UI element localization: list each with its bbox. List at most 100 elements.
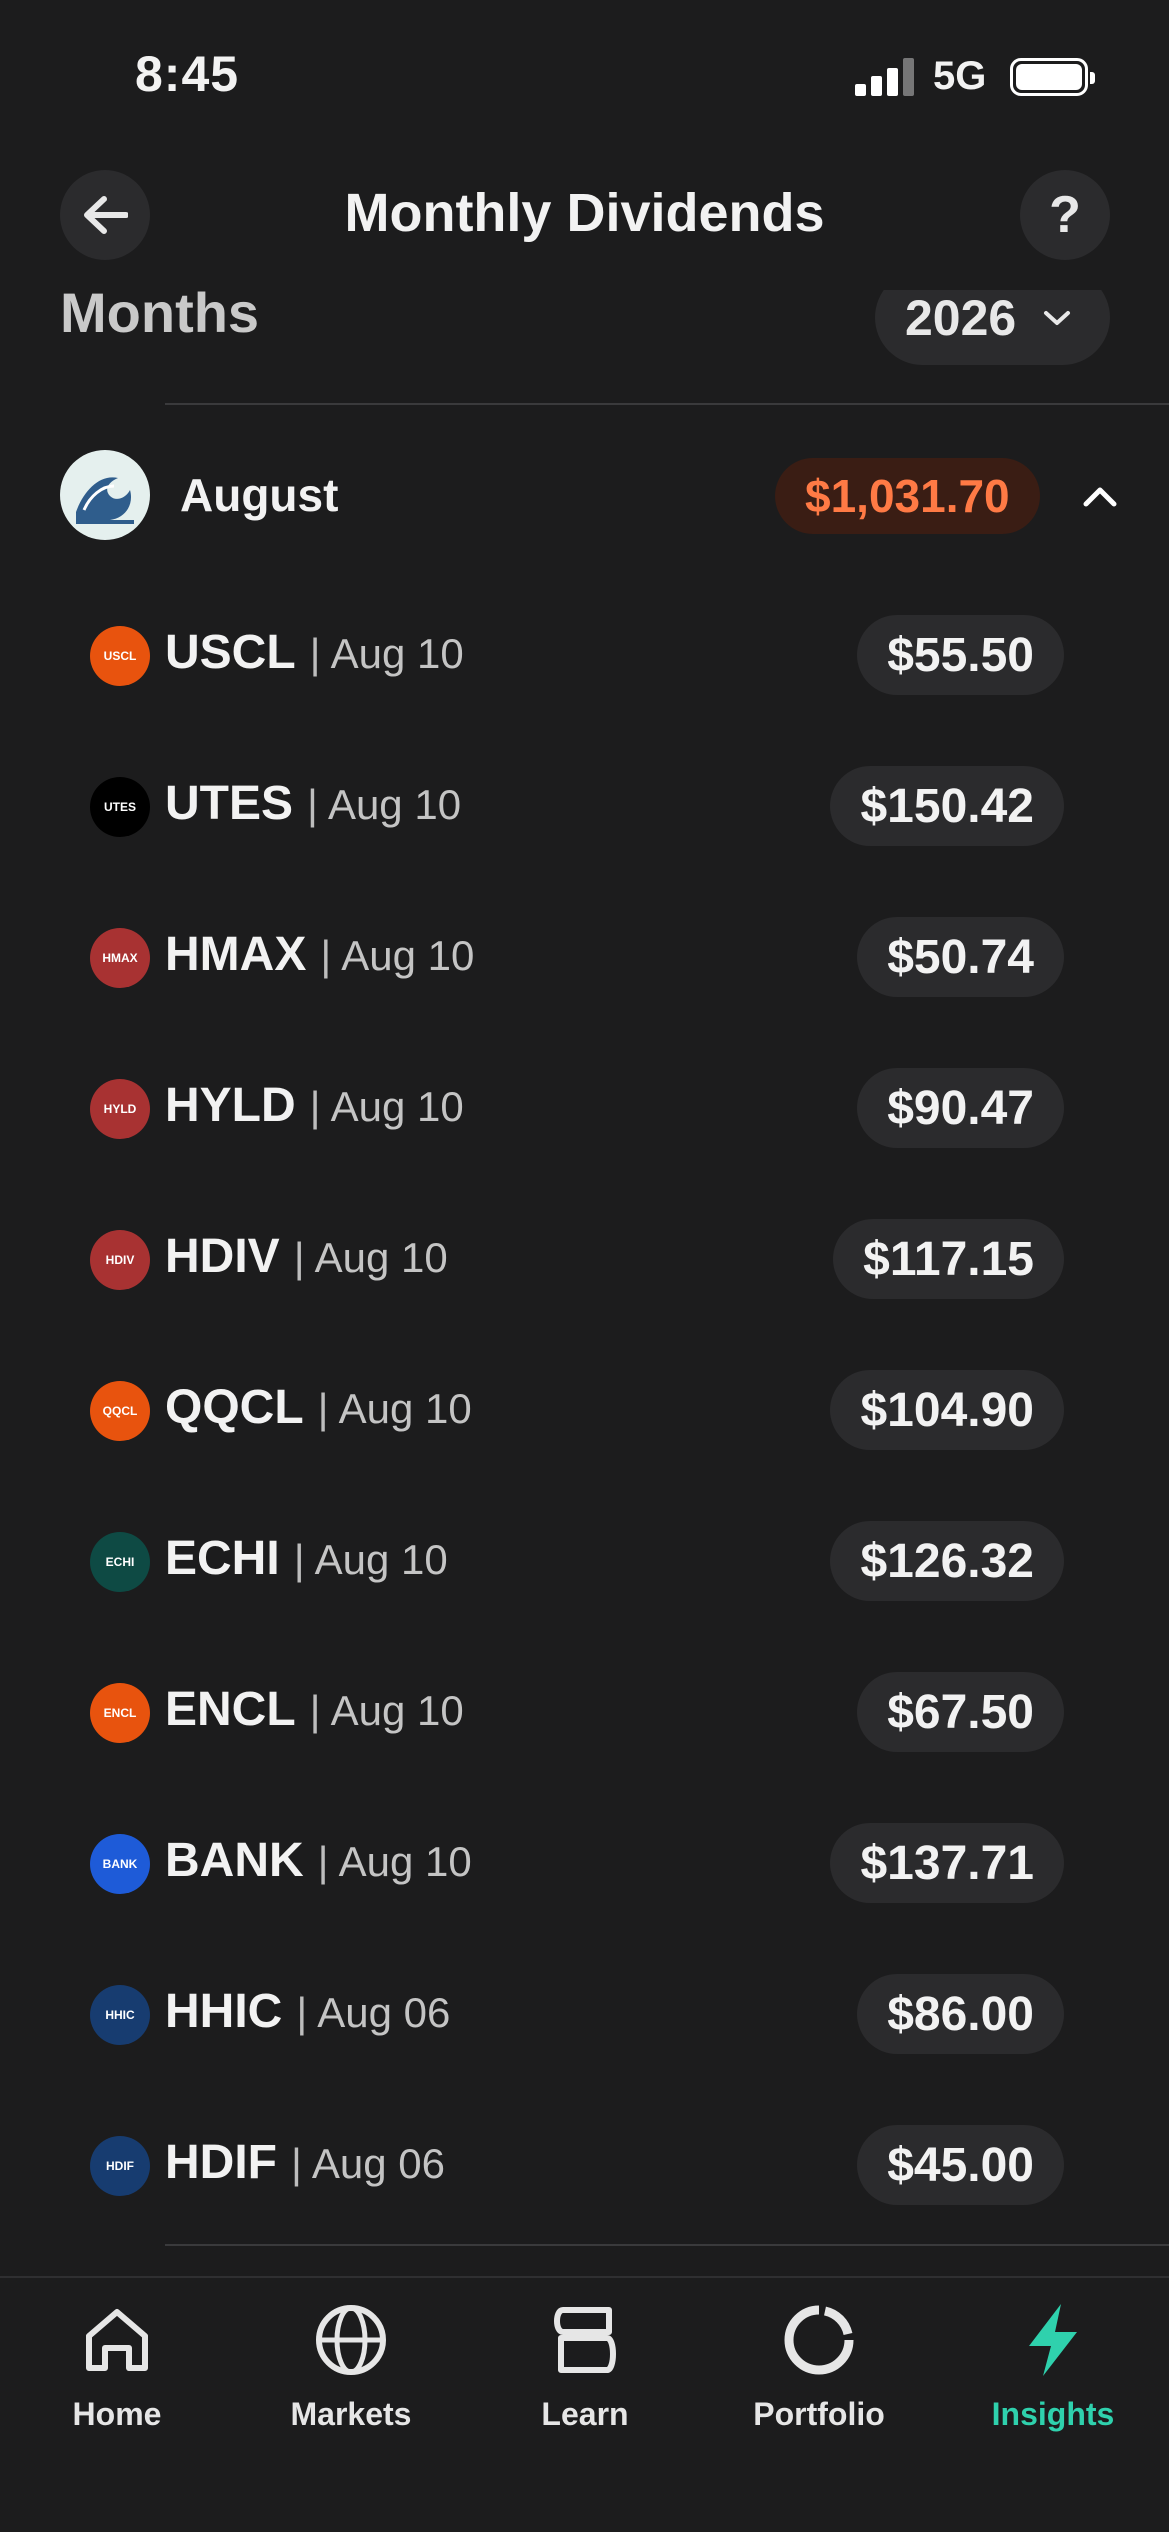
dividend-amount: $126.32	[830, 1521, 1064, 1601]
globe-icon	[316, 2305, 386, 2375]
ticker-symbol: ENCL	[165, 1683, 296, 1736]
divider	[165, 2244, 1169, 2246]
home-icon	[86, 2309, 148, 2371]
battery-icon	[1010, 58, 1095, 96]
year-value: 2026	[905, 290, 1017, 346]
ticker-logo: HHIC	[90, 1985, 150, 2045]
dividend-row[interactable]: ECHI ECHI | Aug 10 $126.32	[0, 1507, 1169, 1617]
status-bar: 8:45 5G	[0, 0, 1169, 150]
portfolio-icon	[784, 2305, 854, 2375]
month-name: August	[180, 469, 339, 521]
page-title: Monthly Dividends	[344, 183, 825, 243]
dividend-amount: $55.50	[857, 615, 1064, 695]
year-select[interactable]: 2026	[875, 290, 1110, 365]
payment-date: Aug 10	[330, 1687, 464, 1734]
tab-label: Learn	[541, 2396, 629, 2432]
tab-bar: Home Markets Learn Portfolio Insights	[0, 2276, 1169, 2532]
ticker-symbol: HDIF	[165, 2136, 277, 2189]
chevron-down-icon	[1044, 310, 1071, 325]
ticker-logo: HDIF	[90, 2136, 150, 2196]
tab-home[interactable]: Home	[17, 2298, 217, 2458]
tab-label: Markets	[290, 2396, 412, 2432]
dividend-row[interactable]: HMAX HMAX | Aug 10 $50.74	[0, 903, 1169, 1013]
header: Monthly Dividends ?	[0, 170, 1169, 270]
payment-date: Aug 10	[327, 781, 462, 828]
ticker-logo: HDIV	[90, 1230, 150, 1290]
dividend-row[interactable]: BANK BANK | Aug 10 $137.71	[0, 1809, 1169, 1919]
learn-icon	[554, 2307, 616, 2373]
ticker-logo: UTES	[90, 777, 150, 837]
month-header[interactable]: August $1,031.70	[0, 450, 1169, 542]
ticker-symbol: HDIV	[165, 1230, 280, 1283]
dividend-amount: $117.15	[833, 1219, 1064, 1299]
month-total-badge: $1,031.70	[775, 458, 1040, 534]
ticker-line: HDIF | Aug 06	[165, 2136, 446, 2189]
dividend-row[interactable]: USCL USCL | Aug 10 $55.50	[0, 601, 1169, 711]
ticker-symbol: HYLD	[165, 1079, 296, 1132]
collapse-button[interactable]	[1075, 472, 1125, 522]
ticker-line: UTES | Aug 10	[165, 777, 462, 830]
dividend-row[interactable]: QQCL QQCL | Aug 10 $104.90	[0, 1356, 1169, 1466]
dividend-amount: $86.00	[857, 1974, 1064, 2054]
network-label: 5G	[933, 54, 987, 98]
payment-date: Aug 06	[311, 2140, 446, 2187]
dividend-amount: $45.00	[857, 2125, 1064, 2205]
dividend-amount: $67.50	[857, 1672, 1064, 1752]
tab-label: Home	[72, 2396, 162, 2432]
dividend-row[interactable]: HYLD HYLD | Aug 10 $90.47	[0, 1054, 1169, 1164]
dividend-amount: $150.42	[830, 766, 1064, 846]
help-button[interactable]: ?	[1020, 170, 1110, 260]
dividend-row[interactable]: HHIC HHIC | Aug 06 $86.00	[0, 1960, 1169, 2070]
dividend-amount: $50.74	[857, 917, 1064, 997]
months-label: Months	[60, 290, 260, 344]
ticker-symbol: QQCL	[165, 1381, 304, 1434]
dividend-row[interactable]: HDIV HDIV | Aug 10 $117.15	[0, 1205, 1169, 1315]
payment-date: Aug 10	[338, 1385, 472, 1432]
ticker-logo: HYLD	[90, 1079, 150, 1139]
ticker-line: USCL | Aug 10	[165, 626, 464, 679]
ticker-symbol: ECHI	[165, 1532, 280, 1585]
payment-date: Aug 10	[314, 1234, 448, 1281]
ticker-line: HHIC | Aug 06	[165, 1985, 451, 2038]
ticker-symbol: BANK	[165, 1834, 304, 1887]
filter-row: Months 2026	[0, 290, 1169, 405]
tab-label: Portfolio	[753, 2396, 885, 2432]
dividend-row[interactable]: UTES UTES | Aug 10 $150.42	[0, 752, 1169, 862]
dividend-row[interactable]: HDIF HDIF | Aug 06 $45.00	[0, 2111, 1169, 2221]
dividend-amount: $137.71	[830, 1823, 1064, 1903]
ticker-line: HDIV | Aug 10	[165, 1230, 448, 1283]
ticker-logo: USCL	[90, 626, 150, 686]
ticker-line: HYLD | Aug 10	[165, 1079, 464, 1132]
ticker-line: ENCL | Aug 10	[165, 1683, 464, 1736]
ticker-line: QQCL | Aug 10	[165, 1381, 472, 1434]
tab-learn[interactable]: Learn	[485, 2298, 685, 2458]
chevron-up-icon	[1083, 487, 1117, 507]
ticker-symbol: USCL	[165, 626, 296, 679]
payment-date: Aug 10	[330, 1083, 464, 1130]
tab-markets[interactable]: Markets	[251, 2298, 451, 2458]
tab-portfolio[interactable]: Portfolio	[719, 2298, 919, 2458]
payment-date: Aug 10	[338, 1838, 472, 1885]
ticker-logo: ENCL	[90, 1683, 150, 1743]
payment-date: Aug 10	[314, 1536, 448, 1583]
ticker-logo: ECHI	[90, 1532, 150, 1592]
dividend-amount: $104.90	[830, 1370, 1064, 1450]
ticker-logo: BANK	[90, 1834, 150, 1894]
tab-insights[interactable]: Insights	[953, 2298, 1153, 2458]
dividend-row[interactable]: ENCL ENCL | Aug 10 $67.50	[0, 1658, 1169, 1768]
dividend-amount: $90.47	[857, 1068, 1064, 1148]
lightning-icon	[1029, 2304, 1077, 2376]
payment-date: Aug 06	[317, 1989, 451, 2036]
tab-label: Insights	[991, 2396, 1115, 2432]
ticker-line: ECHI | Aug 10	[165, 1532, 448, 1585]
ticker-line: BANK | Aug 10	[165, 1834, 472, 1887]
ticker-logo: HMAX	[90, 928, 150, 988]
ticker-symbol: HHIC	[165, 1985, 283, 2038]
ticker-logo: QQCL	[90, 1381, 150, 1441]
divider	[165, 403, 1169, 405]
ticker-symbol: UTES	[165, 777, 294, 830]
status-time: 8:45	[135, 46, 240, 102]
payment-date: Aug 10	[341, 932, 475, 979]
wave-avatar	[60, 450, 150, 540]
ticker-line: HMAX | Aug 10	[165, 928, 475, 981]
